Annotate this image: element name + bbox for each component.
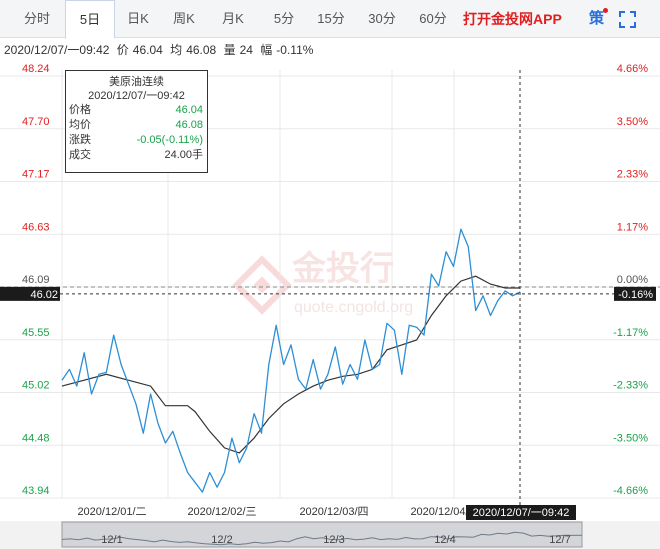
info-avg-label: 均 <box>170 43 183 57</box>
tab-daily-k[interactable]: 日K <box>117 0 159 38</box>
info-avg: 46.08 <box>186 43 217 57</box>
y-tick-label-left: 44.48 <box>22 432 50 444</box>
navigator-selection <box>61 521 583 548</box>
navigator-label: 12/1 <box>101 534 122 546</box>
y-tick-label-left: 47.70 <box>22 116 50 128</box>
tooltip-avg-label: 均价 <box>69 119 91 131</box>
info-range: -0.11% <box>276 43 314 57</box>
tooltip-change-value: -0.05(-0.11%) <box>136 134 203 146</box>
y-tick-label-left: 45.55 <box>22 327 50 339</box>
tooltip-volume-value: 24.00手 <box>164 149 203 161</box>
y-tick-label-left: 48.24 <box>22 63 50 75</box>
info-price: 46.04 <box>132 43 163 57</box>
tooltip-row-volume: 成交 24.00手 <box>66 148 207 163</box>
x-tick-label: 2020/12/03/四 <box>299 506 368 518</box>
watermark-brand: 金投行 <box>291 249 394 288</box>
open-app-link[interactable]: 打开金投网APP <box>463 0 562 38</box>
current-pct-label: -0.16% <box>618 289 653 301</box>
strategy-button[interactable]: 策 <box>589 0 604 38</box>
y-tick-label-right: -2.33% <box>613 380 648 392</box>
tab-intraday[interactable]: 分时 <box>12 0 62 38</box>
tooltip-price-label: 价格 <box>69 104 91 116</box>
tab-weekly-k[interactable]: 周K <box>163 0 205 38</box>
tooltip-panel: 美原油连续 2020/12/07/一09:42 价格 46.04 均价 46.08 … <box>65 70 208 173</box>
navigator-label: 12/7 <box>549 534 570 546</box>
watermark: 金投行 quote.cngold.org <box>232 249 413 316</box>
range-navigator[interactable]: 12/1 12/2 12/3 12/4 12/7 <box>0 521 660 549</box>
y-tick-label-right: 1.17% <box>617 221 648 233</box>
navigator-label: 12/2 <box>211 534 232 546</box>
tooltip-avg-value: 46.08 <box>175 119 203 131</box>
y-tick-label-right: 3.50% <box>617 116 648 128</box>
y-tick-label-right: -3.50% <box>613 432 648 444</box>
average-price-line <box>61 275 520 454</box>
y-tick-label-right: 2.33% <box>617 169 648 181</box>
info-range-label: 幅 <box>260 43 273 57</box>
tooltip-time: 2020/12/07/一09:42 <box>88 90 185 102</box>
tooltip-row-avg: 均价 46.08 <box>66 118 207 133</box>
tab-monthly-k[interactable]: 月K <box>212 0 254 38</box>
tooltip-change-label: 涨跌 <box>69 134 91 146</box>
tooltip-row-price: 价格 46.04 <box>66 103 207 118</box>
y-tick-label-left: 46.09 <box>22 274 50 286</box>
tooltip-title: 美原油连续 <box>109 76 164 88</box>
quote-info-bar: 2020/12/07/一09:42 价 46.04 均 46.08 量 24 幅 -0.… <box>4 41 317 58</box>
info-price-label: 价 <box>116 43 129 57</box>
tab-60-min[interactable]: 60分 <box>410 0 456 38</box>
tab-5-min[interactable]: 5分 <box>263 0 305 38</box>
y-tick-label-right: 4.66% <box>617 63 648 75</box>
notification-dot <box>603 8 608 13</box>
info-time: 2020/12/07/一09:42 <box>4 43 110 57</box>
fullscreen-icon[interactable] <box>619 11 636 28</box>
y-tick-label-right: -4.66% <box>613 485 648 497</box>
period-tab-bar: 分时 5日 日K 周K 月K 5分 15分 30分 60分 打开金投网APP 策 <box>0 0 660 39</box>
y-tick-label-left: 45.02 <box>22 380 50 392</box>
info-vol-label: 量 <box>223 43 236 57</box>
tab-30-min[interactable]: 30分 <box>359 0 405 38</box>
info-vol: 24 <box>239 43 253 57</box>
navigator-label: 12/3 <box>323 534 344 546</box>
tab-15-min[interactable]: 15分 <box>308 0 354 38</box>
current-price-label: 46.02 <box>30 289 58 301</box>
tooltip-volume-label: 成交 <box>69 149 91 161</box>
watermark-url: quote.cngold.org <box>294 299 413 316</box>
chart-lines <box>61 228 521 493</box>
y-tick-label-left: 46.63 <box>22 221 50 233</box>
x-tick-label: 2020/12/02/三 <box>187 506 256 518</box>
y-tick-label-right: -1.17% <box>613 327 648 339</box>
y-tick-label-left: 47.17 <box>22 169 50 181</box>
tooltip-price-value: 46.04 <box>175 104 203 116</box>
y-tick-label-right: 0.00% <box>617 274 648 286</box>
tooltip-row-change: 涨跌 -0.05(-0.11%) <box>66 133 207 148</box>
y-tick-label-left: 43.94 <box>22 485 50 497</box>
tab-5-day[interactable]: 5日 <box>65 0 115 39</box>
navigator-label: 12/4 <box>434 534 455 546</box>
x-tick-label: 2020/12/01/二 <box>77 506 146 518</box>
crosshair-time-label: 2020/12/07/一09:42 <box>473 507 570 519</box>
price-line <box>61 228 521 493</box>
